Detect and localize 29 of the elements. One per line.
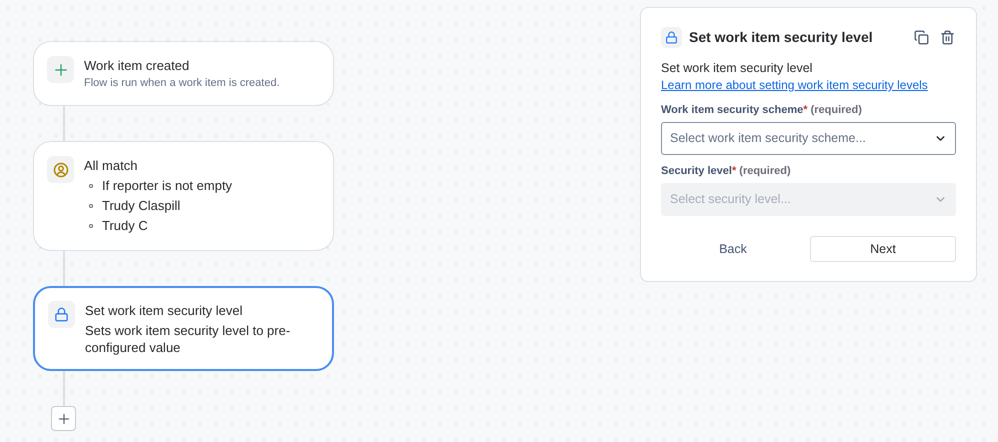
condition-item: Trudy C — [102, 217, 148, 236]
bullet-icon — [89, 184, 93, 188]
trash-icon — [940, 30, 954, 45]
select-field[interactable]: Select work item security scheme... — [661, 122, 956, 155]
condition-item: Trudy Claspill — [102, 197, 180, 216]
field-label: Security level* (required) — [661, 164, 792, 179]
add-step-button[interactable] — [51, 406, 76, 431]
field-label: Work item security scheme* (required) — [661, 103, 863, 118]
node-title: All match — [84, 157, 138, 175]
flow-node-card[interactable]: Work item created Flow is run when a work item is created. — [33, 41, 334, 106]
bullet-icon — [89, 204, 93, 208]
next-button[interactable]: Next — [810, 236, 956, 262]
node-title: Set work item security level — [85, 302, 244, 320]
node-description: Sets work item security level to pre-configured value — [85, 322, 292, 356]
flow-node-card[interactable]: Set work item security level Sets work item security level to pre-configured value — [33, 286, 334, 371]
panel-title: Set work item security level — [689, 28, 874, 47]
node-description: Flow is run when a work item is created. — [84, 76, 280, 91]
duplicate-button[interactable] — [912, 28, 930, 46]
condition-item: If reporter is not empty — [102, 177, 232, 196]
lock-icon — [665, 31, 678, 44]
user-circle-icon — [52, 162, 68, 178]
back-button[interactable]: Back — [661, 236, 805, 262]
panel-description: Set work item security level — [661, 61, 812, 75]
duplicate-icon — [914, 30, 928, 45]
bullet-icon — [89, 224, 93, 228]
lock-icon — [54, 307, 69, 322]
flow-node-card[interactable]: All match If reporter is not empty Trudy Claspill Trudy C — [33, 141, 334, 251]
node-title: Work item created — [84, 57, 190, 75]
learn-more-link[interactable]: Learn more about setting work item security levels — [661, 77, 928, 94]
